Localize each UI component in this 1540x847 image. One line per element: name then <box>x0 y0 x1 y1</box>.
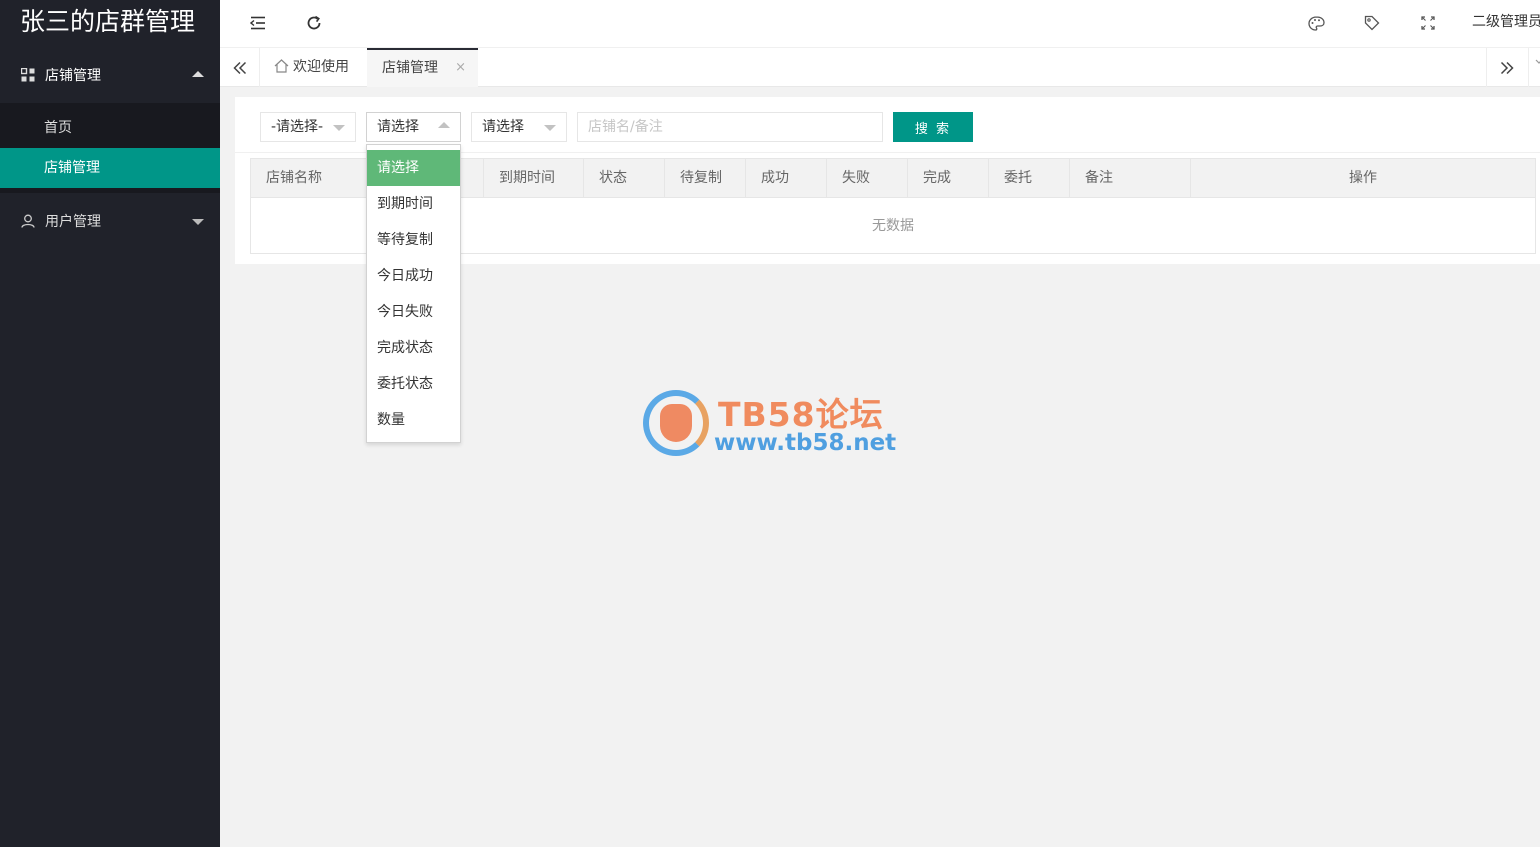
tab-welcome[interactable]: 欢迎使用 <box>274 48 349 87</box>
sidebar-group-user-management[interactable]: 用户管理 <box>0 193 220 249</box>
tab-label: 欢迎使用 <box>293 59 349 75</box>
dropdown-option[interactable]: 完成状态 <box>367 330 460 366</box>
sidebar-submenu: 首页 店铺管理 <box>0 103 220 193</box>
select-value: 请选择 <box>482 119 524 135</box>
menu-fold-icon[interactable] <box>246 11 270 35</box>
dropdown-option[interactable]: 数量 <box>367 402 460 438</box>
filter-select-3[interactable]: 请选择 <box>471 112 567 142</box>
tabs-more-icon[interactable] <box>1528 48 1540 87</box>
refresh-icon[interactable] <box>302 11 326 35</box>
tab-label: 店铺管理 <box>382 60 438 76</box>
dropdown-option[interactable]: 请选择 <box>367 150 460 186</box>
sidebar: 张三的店群管理 店铺管理 首页 店铺管理 用户管理 <box>0 0 220 847</box>
select-value: 请选择 <box>377 119 419 135</box>
column-header: 状态 <box>584 159 665 198</box>
sidebar-item-shop-management[interactable]: 店铺管理 <box>0 148 220 188</box>
dropdown-option[interactable]: 到期时间 <box>367 186 460 222</box>
close-icon[interactable]: × <box>455 50 466 86</box>
column-header: 完成 <box>908 159 989 198</box>
user-icon <box>20 213 36 229</box>
chevron-down-icon <box>333 125 345 131</box>
dropdown-option[interactable]: 委托状态 <box>367 366 460 402</box>
chevron-down-icon <box>544 125 556 131</box>
select-dropdown: 请选择 到期时间 等待复制 今日成功 今日失败 完成状态 委托状态 数量 <box>366 144 461 443</box>
filter-select-1[interactable]: -请选择- <box>260 112 356 142</box>
column-header: 成功 <box>746 159 827 198</box>
tab-shop-management[interactable]: 店铺管理 × <box>367 48 478 87</box>
sidebar-group-shop-management[interactable]: 店铺管理 <box>0 47 220 103</box>
sidebar-group-label: 用户管理 <box>45 214 101 230</box>
sidebar-group-label: 店铺管理 <box>45 68 101 84</box>
watermark-title: TB58论坛 <box>718 395 884 434</box>
dropdown-option[interactable]: 今日成功 <box>367 258 460 294</box>
search-input[interactable] <box>577 112 883 142</box>
tag-icon[interactable] <box>1360 11 1384 35</box>
watermark: TB58论坛 www.tb58.net <box>640 386 900 462</box>
top-header: 二级管理员 <box>220 0 1540 47</box>
home-icon <box>274 50 289 89</box>
dropdown-option[interactable]: 今日失败 <box>367 294 460 330</box>
column-header: 备注 <box>1070 159 1191 198</box>
watermark-url: www.tb58.net <box>714 430 897 456</box>
dropdown-option[interactable]: 等待复制 <box>367 222 460 258</box>
column-header: 操作 <box>1349 170 1377 186</box>
chevron-up-icon <box>438 122 450 128</box>
select-value: -请选择- <box>271 119 324 135</box>
column-header: 委托 <box>989 159 1070 198</box>
caret-up-icon <box>192 71 204 77</box>
hand-icon <box>660 404 692 442</box>
sidebar-item-home[interactable]: 首页 <box>0 108 220 148</box>
column-header: 店铺名称 <box>251 159 368 198</box>
caret-down-icon <box>192 219 204 225</box>
apps-grid-icon <box>20 67 36 83</box>
app-title: 张三的店群管理 <box>0 0 220 47</box>
fullscreen-icon[interactable] <box>1416 11 1440 35</box>
tabs-scroll-right-icon[interactable] <box>1486 48 1526 87</box>
column-header: 到期时间 <box>484 159 584 198</box>
theme-palette-icon[interactable] <box>1304 11 1328 35</box>
tabs-scroll-left-icon[interactable] <box>220 48 260 87</box>
column-header: 失败 <box>827 159 908 198</box>
search-button[interactable]: 搜 索 <box>893 112 973 142</box>
filter-select-2[interactable]: 请选择 <box>366 112 461 142</box>
column-header: 待复制 <box>665 159 746 198</box>
user-menu[interactable]: 二级管理员 <box>1472 0 1540 47</box>
tabs-bar: 欢迎使用 店铺管理 × <box>220 47 1540 87</box>
